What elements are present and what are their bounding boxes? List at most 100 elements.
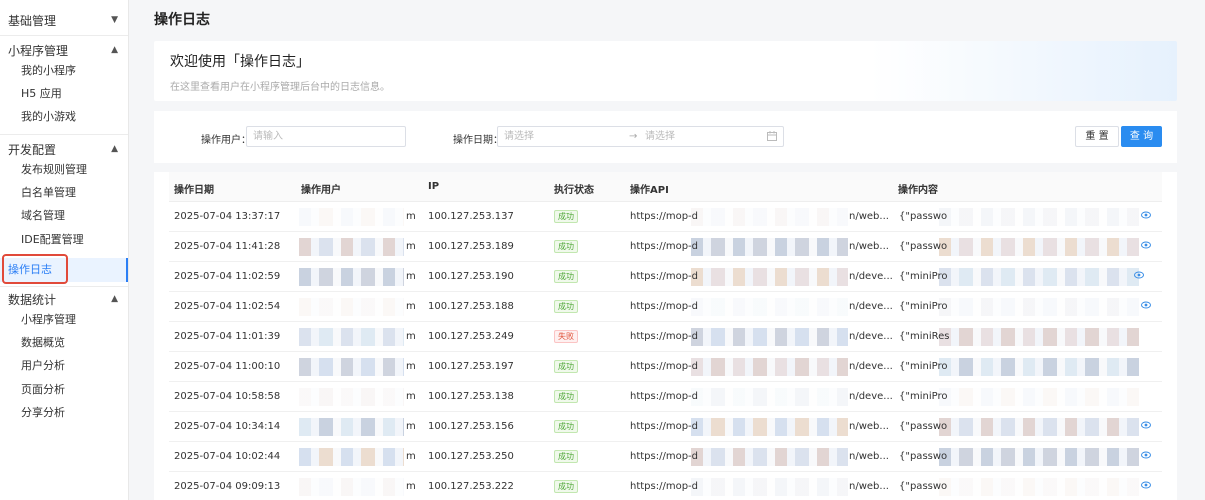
redacted-block <box>691 208 848 226</box>
redacted-block <box>299 298 404 316</box>
sidebar-item-domain[interactable]: 域名管理 <box>0 206 128 226</box>
cell-user: m <box>406 421 416 432</box>
sidebar-item-my-miniapp[interactable]: 我的小程序 <box>0 61 128 81</box>
redacted-block <box>939 268 1139 286</box>
cell-content: {"passwo <box>899 451 948 462</box>
cell-ip: 100.127.253.250 <box>428 451 514 462</box>
status-badge: 失败 <box>554 330 578 343</box>
sidebar-item-h5-app[interactable]: H5 应用 <box>0 84 128 104</box>
cell-api: https://mop-d <box>630 421 699 432</box>
cell-api-suffix: n/web... <box>849 241 889 252</box>
cell-api-suffix: n/web... <box>849 481 889 492</box>
column-header: 执行状态 <box>554 185 594 196</box>
eye-icon[interactable] <box>1141 421 1151 431</box>
sidebar-group-label: 开发配置 <box>8 142 57 157</box>
cell-ip: 100.127.253.137 <box>428 211 514 222</box>
welcome-banner: 欢迎使用「操作日志」 在这里查看用户在小程序管理后台中的日志信息。 <box>154 41 1177 101</box>
chevron-up-icon: ▲ <box>111 45 118 55</box>
eye-icon[interactable] <box>1141 481 1151 491</box>
cell-api-suffix: n/web... <box>849 211 889 222</box>
cell-api-suffix: n/deve... <box>849 271 893 282</box>
cell-date: 2025-07-04 09:09:13 <box>174 481 281 492</box>
cell-api: https://mop-d <box>630 361 699 372</box>
cell-ip: 100.127.253.190 <box>428 271 514 282</box>
status-badge: 成功 <box>554 270 578 283</box>
cell-content: {"passwo <box>899 481 948 492</box>
cell-ip: 100.127.253.156 <box>428 421 514 432</box>
sidebar-item-miniapp-stats[interactable]: 小程序管理 <box>0 310 128 330</box>
sidebar-item-my-minigame[interactable]: 我的小游戏 <box>0 107 128 127</box>
cell-date: 2025-07-04 11:41:28 <box>174 241 281 252</box>
cell-content: {"miniRes <box>899 331 950 342</box>
cell-user: m <box>406 271 416 282</box>
redacted-block <box>691 298 848 316</box>
query-button[interactable]: 查 询 <box>1121 126 1162 147</box>
table-header: 操作日期 操作用户 IP 执行状态 操作API 操作内容 <box>169 172 1162 202</box>
cell-api: https://mop-d <box>630 481 699 492</box>
cell-content: {"passwo <box>899 211 948 222</box>
sidebar-item-ide-config[interactable]: IDE配置管理 <box>0 230 128 250</box>
eye-icon[interactable] <box>1141 211 1151 221</box>
date-filter-label: 操作日期： <box>453 135 503 146</box>
cell-user: m <box>406 481 416 492</box>
sidebar-group-label: 小程序管理 <box>8 43 69 58</box>
eye-icon[interactable] <box>1134 271 1144 281</box>
cell-date: 2025-07-04 11:02:54 <box>174 301 281 312</box>
cell-api: https://mop-d <box>630 271 699 282</box>
status-badge: 成功 <box>554 360 578 373</box>
sidebar-item-page-analysis[interactable]: 页面分析 <box>0 380 128 400</box>
sidebar-group-basic[interactable]: 基础管理 ▼ <box>0 10 128 30</box>
cell-user: m <box>406 331 416 342</box>
cell-api: https://mop-d <box>630 451 699 462</box>
cell-api-suffix: n/deve... <box>849 391 893 402</box>
redacted-block <box>691 238 848 256</box>
sidebar-item-user-analysis[interactable]: 用户分析 <box>0 356 128 376</box>
status-badge: 成功 <box>554 210 578 223</box>
table-row: 2025-07-04 10:02:44 m 100.127.253.250 https… <box>169 442 1162 472</box>
sidebar: 基础管理 ▼ 小程序管理 ▲ 我的小程序 H5 应用 我的小游戏 开发配置 ▲ … <box>0 0 129 500</box>
redacted-block <box>691 418 848 436</box>
cell-date: 2025-07-04 10:58:58 <box>174 391 281 402</box>
cell-ip: 100.127.253.188 <box>428 301 514 312</box>
sidebar-group-dev-config[interactable]: 开发配置 ▲ <box>0 139 128 159</box>
status-badge: 成功 <box>554 240 578 253</box>
divider <box>0 134 128 135</box>
sidebar-item-share-analysis[interactable]: 分享分析 <box>0 403 128 423</box>
welcome-subtitle: 在这里查看用户在小程序管理后台中的日志信息。 <box>170 82 390 93</box>
cell-content: {"miniPro <box>899 301 948 312</box>
column-header: 操作日期 <box>174 185 214 196</box>
cell-ip: 100.127.253.138 <box>428 391 514 402</box>
sidebar-item-release-rules[interactable]: 发布规则管理 <box>0 160 128 180</box>
date-start-placeholder: 请选择 <box>504 131 534 142</box>
redacted-block <box>299 358 404 376</box>
cell-date: 2025-07-04 11:02:59 <box>174 271 281 282</box>
sidebar-group-stats[interactable]: 数据统计 ▲ <box>0 289 128 309</box>
redacted-block <box>939 388 1139 406</box>
table-row: 2025-07-04 13:37:17 m 100.127.253.137 https… <box>169 202 1162 232</box>
table-row: 2025-07-04 11:41:28 m 100.127.253.189 https… <box>169 232 1162 262</box>
redacted-block <box>299 448 404 466</box>
table-row: 2025-07-04 10:58:58 m 100.127.253.138 https… <box>169 382 1162 412</box>
eye-icon[interactable] <box>1141 301 1151 311</box>
table-row: 2025-07-04 11:01:39 m 100.127.253.249 https… <box>169 322 1162 352</box>
cell-user: m <box>406 301 416 312</box>
redacted-block <box>299 478 404 496</box>
sidebar-group-miniapp[interactable]: 小程序管理 ▲ <box>0 40 128 60</box>
cell-date: 2025-07-04 10:02:44 <box>174 451 281 462</box>
cell-ip: 100.127.253.249 <box>428 331 514 342</box>
eye-icon[interactable] <box>1141 451 1151 461</box>
table-row: 2025-07-04 10:34:14 m 100.127.253.156 https… <box>169 412 1162 442</box>
column-header: 操作用户 <box>301 185 341 196</box>
eye-icon[interactable] <box>1141 241 1151 251</box>
sidebar-item-data-overview[interactable]: 数据概览 <box>0 333 128 353</box>
date-range-picker[interactable]: 请选择 → 请选择 <box>497 126 784 147</box>
date-separator: → <box>629 131 638 142</box>
table-row: 2025-07-04 11:02:59 m 100.127.253.190 https… <box>169 262 1162 292</box>
log-table: 操作日期 操作用户 IP 执行状态 操作API 操作内容 2025-07-04 … <box>154 172 1177 500</box>
cell-ip: 100.127.253.222 <box>428 481 514 492</box>
highlight-annotation <box>2 254 68 284</box>
user-filter-input[interactable]: 请输入 <box>246 126 406 147</box>
sidebar-item-whitelist[interactable]: 白名单管理 <box>0 183 128 203</box>
reset-button[interactable]: 重 置 <box>1075 126 1119 147</box>
redacted-block <box>299 208 404 226</box>
